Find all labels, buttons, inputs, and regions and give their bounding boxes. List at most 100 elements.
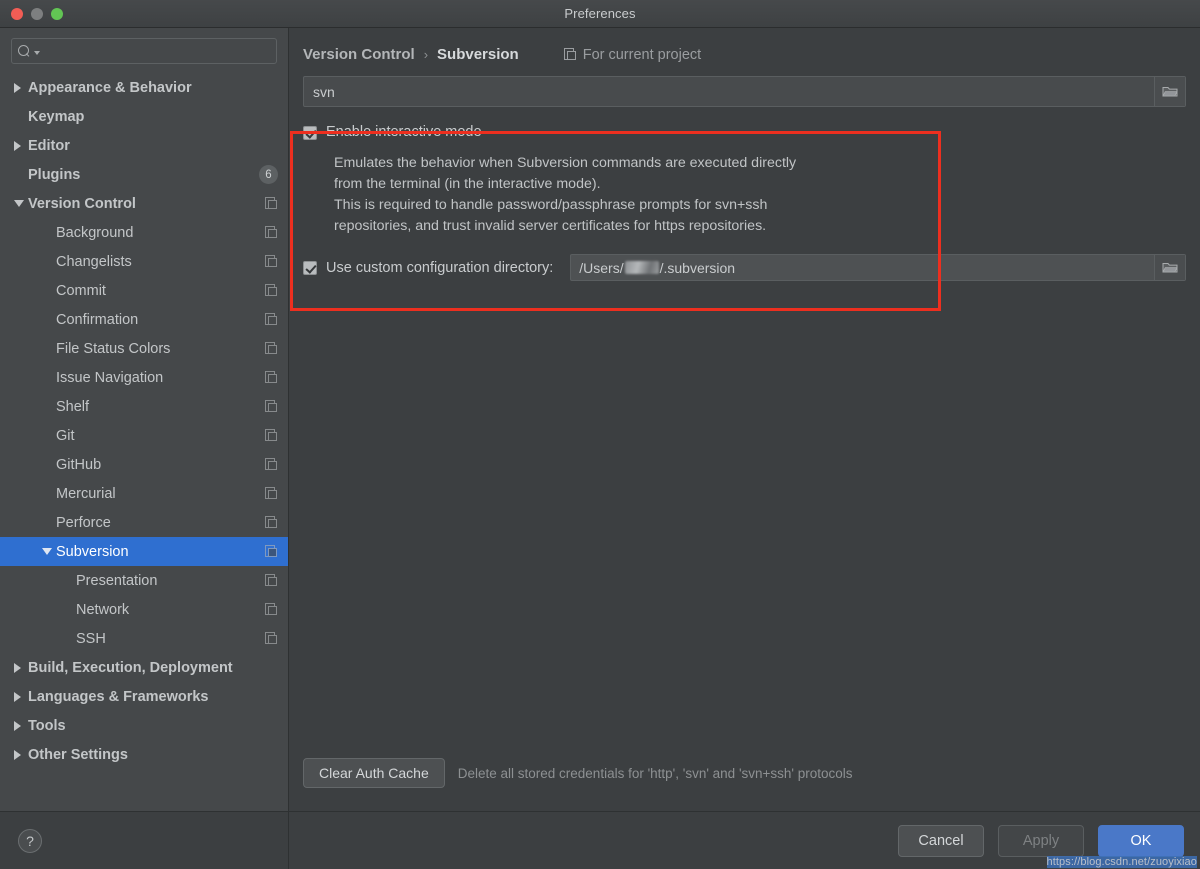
sidebar-item-perforce[interactable]: Perforce: [0, 508, 288, 537]
chevron-right-icon[interactable]: [14, 749, 28, 760]
sidebar-item-label: Issue Navigation: [56, 369, 164, 386]
custom-config-directory-row[interactable]: Use custom configuration directory: /Use…: [303, 254, 1186, 281]
copy-icon: [265, 632, 278, 645]
enable-interactive-mode-label: Enable interactive mode: [326, 124, 482, 140]
sidebar-item-issue-navigation[interactable]: Issue Navigation: [0, 363, 288, 392]
description-line: repositories, and trust invalid server c…: [334, 218, 767, 234]
clear-auth-cache-button[interactable]: Clear Auth Cache: [303, 758, 445, 788]
sidebar-item-label: Keymap: [28, 108, 85, 125]
breadcrumb-current: Subversion: [437, 46, 519, 63]
project-scope-label: For current project: [582, 46, 702, 63]
sidebar-item-label: Confirmation: [56, 311, 139, 328]
chevron-right-icon[interactable]: [14, 662, 28, 673]
sidebar-item-plugins[interactable]: Plugins 6: [0, 160, 288, 189]
interactive-mode-description: Emulates the behavior when Subversion co…: [334, 153, 1186, 237]
sidebar-item-editor[interactable]: Editor: [0, 131, 288, 160]
folder-icon: [1162, 261, 1178, 274]
zoom-window-button[interactable]: [51, 7, 63, 20]
sidebar-item-build-execution-deployment[interactable]: Build, Execution, Deployment: [0, 653, 288, 682]
chevron-right-icon[interactable]: [14, 140, 28, 151]
sidebar-item-label: Languages & Frameworks: [28, 688, 209, 705]
clear-auth-cache-hint: Delete all stored credentials for 'http'…: [457, 765, 853, 781]
sidebar-item-shelf[interactable]: Shelf: [0, 392, 288, 421]
cancel-button[interactable]: Cancel: [898, 824, 984, 857]
project-scope-indicator: For current project: [563, 46, 702, 63]
sidebar-item-git[interactable]: Git: [0, 421, 288, 450]
copy-icon: [265, 226, 278, 239]
sidebar-item-other-settings[interactable]: Other Settings: [0, 740, 288, 769]
chevron-down-icon[interactable]: [14, 200, 28, 207]
sidebar-item-github[interactable]: GitHub: [0, 450, 288, 479]
sidebar-item-label: Changelists: [56, 253, 132, 270]
sidebar-item-version-control[interactable]: Version Control: [0, 189, 288, 218]
sidebar-footer: ?: [0, 811, 288, 869]
preferences-window: Preferences Appearance & Behavior Keymap E…: [0, 0, 1200, 869]
enable-interactive-mode-checkbox[interactable]: [303, 126, 317, 140]
copy-icon: [265, 458, 278, 471]
custom-config-directory-value[interactable]: /Users/ /.subversion: [571, 255, 1154, 280]
sidebar-item-label: Presentation: [76, 572, 158, 589]
sidebar-item-network[interactable]: Network: [0, 595, 288, 624]
sidebar-item-background[interactable]: Background: [0, 218, 288, 247]
sidebar-item-label: Editor: [28, 137, 70, 154]
sidebar-item-appearance-behavior[interactable]: Appearance & Behavior: [0, 73, 288, 102]
copy-icon: [265, 371, 278, 384]
close-window-button[interactable]: [11, 7, 23, 20]
sidebar-item-keymap[interactable]: Keymap: [0, 102, 288, 131]
copy-icon: [265, 197, 278, 210]
sidebar-item-label: Mercurial: [56, 485, 116, 502]
settings-tree: Appearance & Behavior Keymap Editor Plugins…: [0, 71, 288, 811]
sidebar-item-presentation[interactable]: Presentation: [0, 566, 288, 595]
ok-button[interactable]: OK: [1098, 824, 1184, 857]
sidebar-item-label: Network: [76, 601, 130, 618]
description-line: from the terminal (in the interactive mo…: [334, 176, 601, 192]
sidebar-item-label: File Status Colors: [56, 340, 171, 357]
svn-executable-value[interactable]: svn: [304, 77, 1154, 106]
chevron-right-icon[interactable]: [14, 691, 28, 702]
window-titlebar: Preferences: [0, 0, 1200, 28]
custom-config-directory-browse-button[interactable]: [1154, 255, 1185, 280]
custom-config-directory-checkbox[interactable]: [303, 260, 317, 275]
sidebar-item-changelists[interactable]: Changelists: [0, 247, 288, 276]
copy-icon: [563, 48, 577, 61]
search-input[interactable]: [44, 44, 270, 58]
copy-icon: [265, 284, 278, 297]
sidebar-item-confirmation[interactable]: Confirmation: [0, 305, 288, 334]
minimize-window-button[interactable]: [31, 7, 43, 20]
sidebar-item-label: Perforce: [56, 514, 111, 531]
svn-executable-browse-button[interactable]: [1154, 77, 1185, 106]
chevron-right-icon[interactable]: [14, 82, 28, 93]
svn-executable-field[interactable]: svn: [303, 76, 1186, 107]
watermark-text: https://blog.csdn.net/zuoyixiao: [1046, 856, 1197, 868]
enable-interactive-mode-row[interactable]: Enable interactive mode: [303, 123, 1186, 141]
help-button[interactable]: ?: [18, 828, 42, 853]
sidebar-item-tools[interactable]: Tools: [0, 711, 288, 740]
dialog-body: Appearance & Behavior Keymap Editor Plugins…: [0, 28, 1200, 869]
sidebar-item-mercurial[interactable]: Mercurial: [0, 479, 288, 508]
breadcrumb-separator: ›: [423, 47, 429, 62]
copy-icon: [265, 255, 278, 268]
sidebar-item-label: Shelf: [56, 398, 90, 415]
breadcrumb-parent[interactable]: Version Control: [303, 46, 415, 63]
folder-icon: [1162, 85, 1178, 98]
path-suffix: /.subversion: [659, 259, 736, 276]
sidebar-item-file-status-colors[interactable]: File Status Colors: [0, 334, 288, 363]
chevron-down-icon[interactable]: [42, 548, 56, 555]
copy-icon: [265, 545, 278, 558]
search-box[interactable]: [11, 38, 277, 64]
sidebar-item-languages-frameworks[interactable]: Languages & Frameworks: [0, 682, 288, 711]
copy-icon: [265, 487, 278, 500]
apply-button[interactable]: Apply: [998, 824, 1084, 857]
custom-config-directory-field[interactable]: /Users/ /.subversion: [570, 254, 1186, 281]
subversion-settings: Enable interactive mode Emulates the beh…: [303, 123, 1186, 281]
sidebar-item-subversion[interactable]: Subversion: [0, 537, 288, 566]
sidebar-item-label: Background: [56, 224, 134, 241]
description-line: Emulates the behavior when Subversion co…: [334, 155, 797, 171]
sidebar-item-ssh[interactable]: SSH: [0, 624, 288, 653]
sidebar-search-wrap: [0, 28, 288, 71]
window-controls: [11, 7, 63, 20]
sidebar-item-label: Version Control: [28, 195, 136, 212]
chevron-right-icon[interactable]: [14, 720, 28, 731]
sidebar-item-commit[interactable]: Commit: [0, 276, 288, 305]
breadcrumb: Version Control › Subversion For current…: [289, 28, 1200, 63]
